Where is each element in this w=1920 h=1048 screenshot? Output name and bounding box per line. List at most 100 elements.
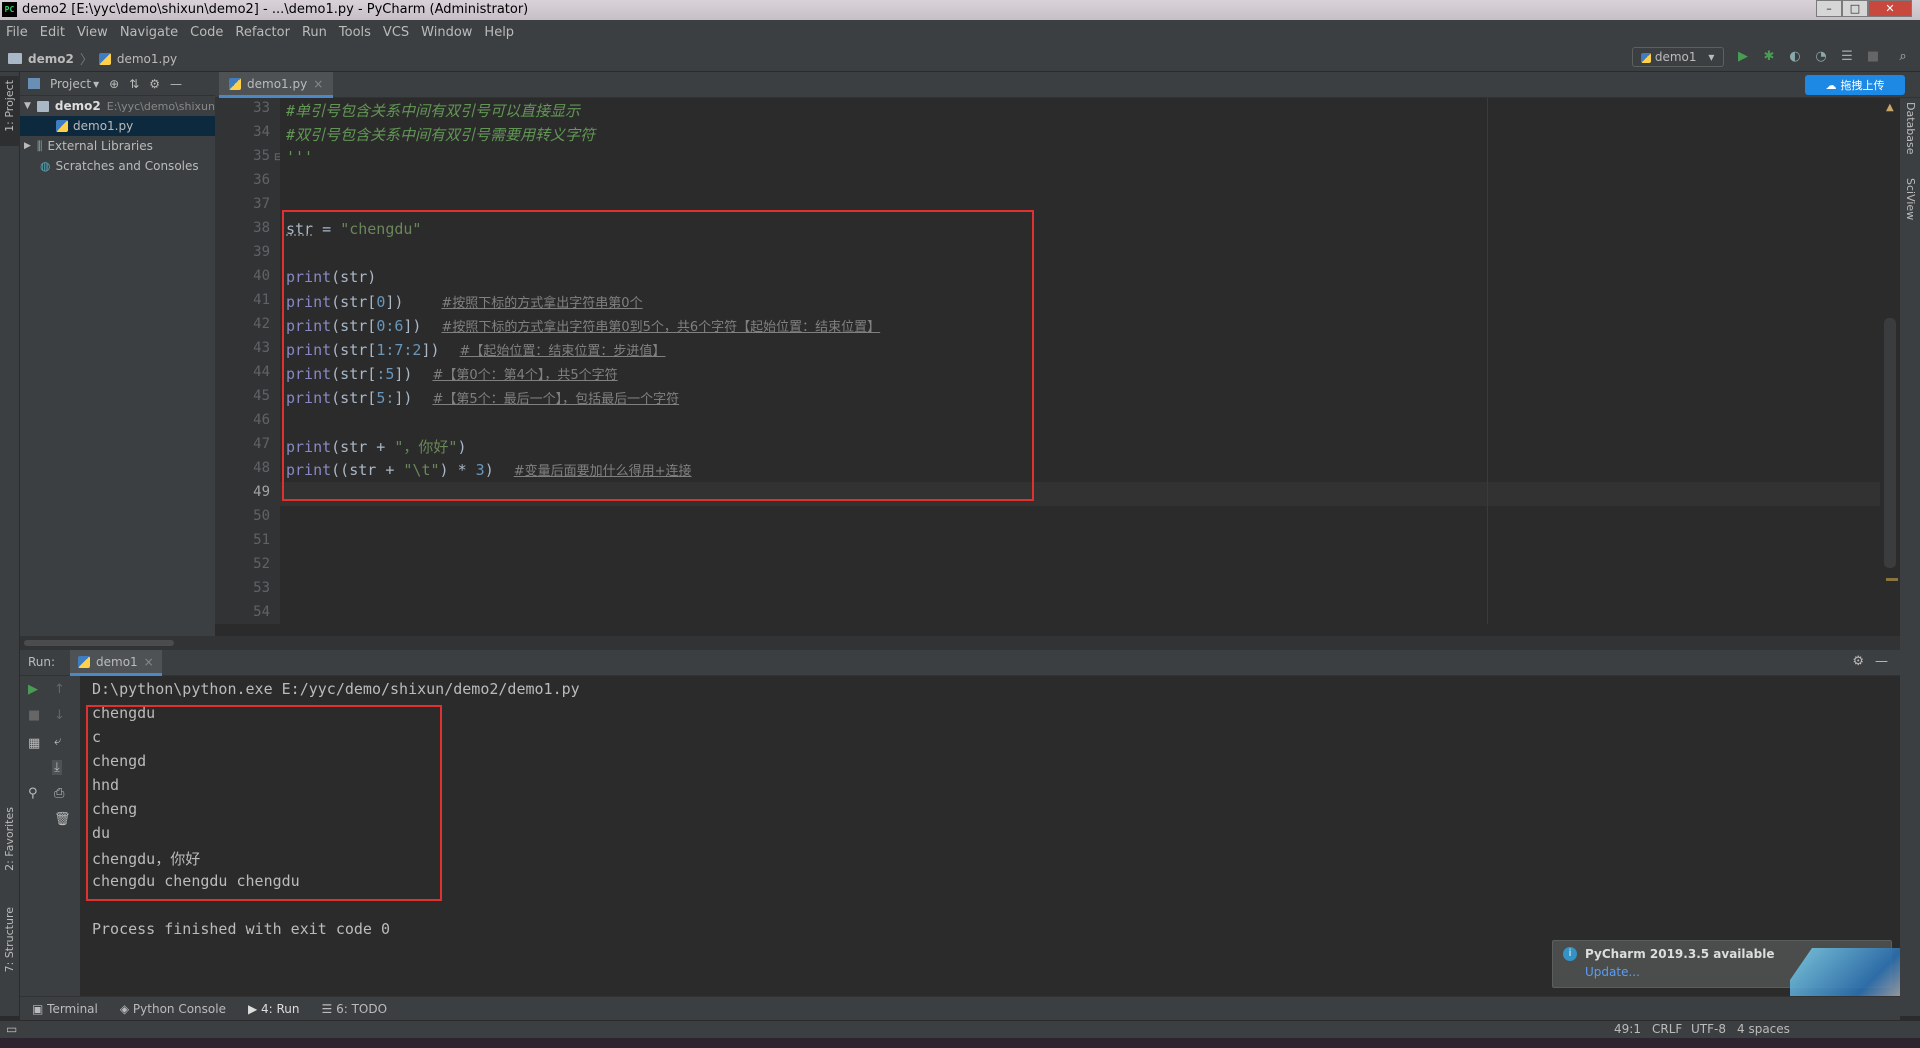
layout-icon[interactable]: ▦ [28,736,40,751]
code-token: ) * [439,461,476,479]
code-line-47: print(str + "，你好") [286,436,466,457]
navigation-bar: demo2 〉 demo1.py demo1 ▾ ▶ ✱ ◐ ◔ ☰ ■ ⌕ [0,44,1920,72]
scroll-thumb[interactable] [24,640,174,646]
stop-icon[interactable]: ■ [1864,48,1882,66]
menu-help[interactable]: Help [484,25,514,40]
run-config-select[interactable]: demo1 ▾ [1632,47,1724,67]
indent-setting[interactable]: 4 spaces [1737,1022,1790,1036]
collapse-icon[interactable]: ⇅ [129,77,139,91]
line-number: 35 [253,148,270,164]
project-tool-button[interactable]: 1: Project [3,80,16,132]
stop-icon[interactable]: ■ [28,708,40,723]
code-token: 0:6 [376,317,404,335]
breadcrumb-project[interactable]: demo2 [28,52,74,66]
menu-tools[interactable]: Tools [339,25,371,40]
code-token: "，你好" [394,438,458,456]
sciview-tool-button[interactable]: SciView [1904,178,1917,220]
run-icon[interactable]: ▶ [1734,48,1752,66]
caret-position[interactable]: 49:1 [1614,1022,1641,1036]
close-icon[interactable]: × [144,655,154,669]
down-arrow-icon[interactable]: ↓ [54,708,65,723]
soft-wrap-icon[interactable]: ⤶ [54,734,61,749]
tree-item-scratches[interactable]: ◍ Scratches and Consoles [20,156,215,176]
hide-icon[interactable]: — [170,77,182,91]
tree-item-external-libraries[interactable]: ▶ ⫼ External Libraries [20,136,215,156]
console-output-line: chengdu [92,704,156,722]
search-icon[interactable]: ⌕ [1894,48,1912,66]
terminal-icon: ▣ [32,1001,48,1016]
status-bar: ▭ 49:1 CRLF UTF-8 4 spaces [0,1020,1920,1038]
menu-window[interactable]: Window [421,25,472,40]
file-encoding[interactable]: UTF-8 [1691,1022,1726,1036]
favorites-tool-button[interactable]: 2: Favorites [3,807,16,871]
run-tab-demo1[interactable]: demo1 × [70,650,162,676]
code-editor[interactable]: #单引号包含关系中间有双引号可以直接显示 #双引号包含关系中间有双引号需要用转义… [280,98,1880,624]
baidu-upload-button[interactable]: ☁ 拖拽上传 [1805,75,1905,95]
scroll-to-end-icon[interactable]: ⤓ [52,760,62,775]
code-line-41: print(str[0]) #按照下标的方式拿出字符串第0个 [286,292,643,311]
database-tool-button[interactable]: Database [1904,102,1917,155]
title-bar: PC demo2 [E:\yyc\demo\shixun\demo2] - ..… [0,0,1920,20]
menu-refactor[interactable]: Refactor [235,25,290,40]
tree-item-demo2[interactable]: ▼ demo2 E:\yyc\demo\shixun [20,96,215,116]
editor-horizontal-scrollbar[interactable] [20,636,1900,650]
chevron-down-icon[interactable]: ▾ [93,77,99,91]
minimize-button[interactable]: – [1816,0,1842,17]
line-number: 45 [253,388,270,404]
code-token: (str[ [331,365,377,383]
coverage-icon[interactable]: ◐ [1786,48,1804,66]
editor-tab-bar: demo1.py × ☁ 拖拽上传 [215,72,1920,98]
concurrency-icon[interactable]: ☰ [1838,48,1856,66]
run-tool-button[interactable]: ▶ 4: Run [248,1002,300,1016]
menu-navigate[interactable]: Navigate [120,25,178,40]
menu-run[interactable]: Run [302,25,327,40]
hide-icon[interactable]: — [1875,654,1888,669]
left-tool-stripe: 1: Project 2: Favorites 7: Structure [0,72,20,1016]
maximize-button[interactable]: □ [1842,0,1868,17]
menu-edit[interactable]: Edit [40,25,65,40]
event-log-icon[interactable]: ▭ [6,1022,17,1036]
breadcrumb-file[interactable]: demo1.py [117,52,177,66]
editor-tab-demo1[interactable]: demo1.py × [219,72,334,98]
code-line-48: print((str + "\t") * 3) #变量后面要加什么得用+连接 [286,460,692,479]
pin-icon[interactable]: ⚲ [28,786,38,801]
scroll-thumb[interactable] [1884,318,1896,568]
line-number: 43 [253,340,270,356]
close-icon[interactable]: × [313,77,323,91]
code-line-33: #单引号包含关系中间有双引号可以直接显示 [286,102,581,120]
locate-icon[interactable]: ⊕ [109,77,119,91]
close-button[interactable]: ✕ [1868,0,1912,17]
print-icon[interactable]: ⎙ [54,786,64,801]
python-console-tool-button[interactable]: ◈ Python Console [120,1002,226,1016]
code-token: ]) [385,293,404,311]
gear-icon[interactable]: ⚙ [1852,654,1864,669]
todo-tool-button[interactable]: ☰ 6: TODO [322,1002,388,1016]
console-exit-message: Process finished with exit code 0 [92,920,391,938]
structure-tool-button[interactable]: 7: Structure [3,907,16,972]
menu-vcs[interactable]: VCS [383,25,409,40]
debug-icon[interactable]: ✱ [1760,48,1778,66]
code-comment: #【第0个：第4个】，共5个字符 [432,368,618,383]
up-arrow-icon[interactable]: ↑ [54,682,65,697]
expand-arrow-icon[interactable]: ▶ [24,141,31,151]
expand-arrow-icon[interactable]: ▼ [24,101,31,111]
line-number: 42 [253,316,270,332]
profile-icon[interactable]: ◔ [1812,48,1830,66]
menu-code[interactable]: Code [190,25,223,40]
gear-icon[interactable]: ⚙ [149,77,160,91]
line-number: 46 [253,412,270,428]
code-line-45: print(str[5:]) #【第5个：最后一个】，包括最后一个字符 [286,388,679,407]
os-taskbar [0,1038,1920,1048]
project-view-label[interactable]: Project [50,77,91,91]
menu-view[interactable]: View [77,25,108,40]
tree-item-demo1-py[interactable]: demo1.py [20,116,215,136]
update-link[interactable]: Update... [1585,965,1640,979]
editor-scrollbar[interactable]: ▲ [1880,98,1900,624]
line-separator[interactable]: CRLF [1652,1022,1682,1036]
menu-file[interactable]: File [6,25,28,40]
editor-tab-label: demo1.py [247,76,308,91]
line-number: 53 [253,580,270,596]
terminal-tool-button[interactable]: ▣ Terminal [32,1002,98,1016]
trash-icon[interactable]: 🗑 [54,812,71,827]
rerun-icon[interactable]: ▶ [28,682,38,697]
